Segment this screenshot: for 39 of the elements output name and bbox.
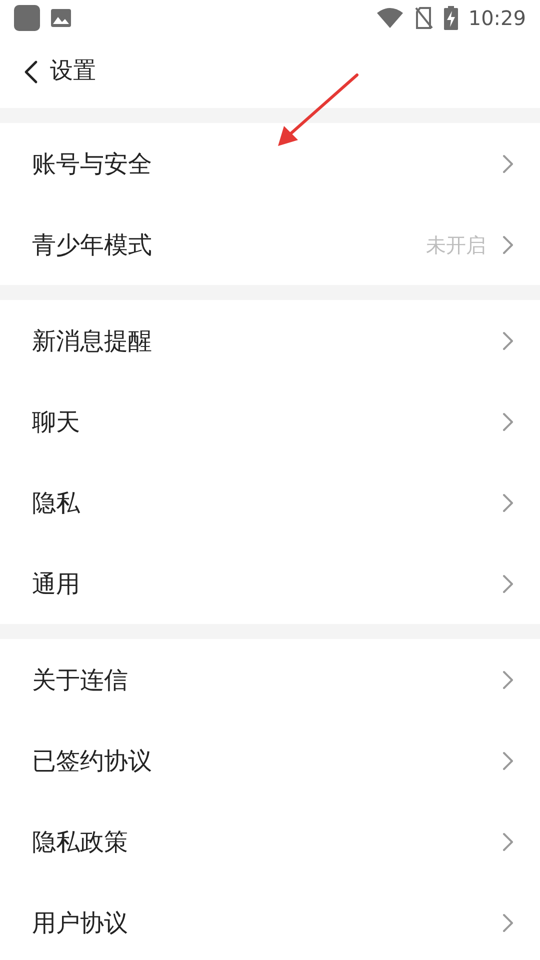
no-sim-icon <box>414 6 434 30</box>
row-label: 聊天 <box>32 406 81 438</box>
page-title: 设置 <box>50 57 96 86</box>
row-label: 用户协议 <box>32 908 129 938</box>
chevron-right-icon <box>502 912 514 932</box>
chevron-right-icon <box>502 832 514 852</box>
settings-row[interactable]: 已签约协议 <box>0 720 540 801</box>
settings-row[interactable]: 通用 <box>0 543 540 624</box>
row-label: 关于连信 <box>32 664 129 696</box>
chevron-right-icon <box>502 412 514 432</box>
row-label: 通用 <box>32 568 81 600</box>
battery-charging-icon <box>444 6 458 30</box>
chevron-right-icon <box>502 750 514 770</box>
settings-row[interactable]: 隐私政策 <box>0 801 540 882</box>
row-label: 隐私 <box>32 488 81 518</box>
row-value: 未开启 <box>426 232 486 258</box>
chevron-right-icon <box>502 574 514 594</box>
row-label: 新消息提醒 <box>32 326 153 356</box>
row-label: 账号与安全 <box>32 148 153 180</box>
settings-row[interactable]: 聊天 <box>0 381 540 462</box>
chevron-right-icon <box>502 670 514 690</box>
row-label: 青少年模式 <box>32 230 153 260</box>
settings-row[interactable]: 青少年模式 未开启 <box>0 204 540 285</box>
row-label: 已签约协议 <box>32 746 153 776</box>
app-icon <box>14 4 40 30</box>
settings-row[interactable]: 关于连信 <box>0 639 540 720</box>
row-label: 隐私政策 <box>32 826 129 858</box>
chevron-right-icon <box>502 154 514 174</box>
chevron-right-icon <box>502 492 514 512</box>
status-time: 10:29 <box>468 4 526 32</box>
back-icon[interactable] <box>24 60 38 84</box>
wifi-icon <box>376 6 404 28</box>
settings-row[interactable]: 账号与安全 <box>0 123 540 204</box>
settings-row[interactable]: 隐私 <box>0 462 540 543</box>
image-icon <box>50 8 72 28</box>
settings-row[interactable]: 用户协议 <box>0 882 540 960</box>
chevron-right-icon <box>502 330 514 350</box>
settings-row[interactable]: 新消息提醒 <box>0 300 540 381</box>
chevron-right-icon <box>502 234 514 254</box>
